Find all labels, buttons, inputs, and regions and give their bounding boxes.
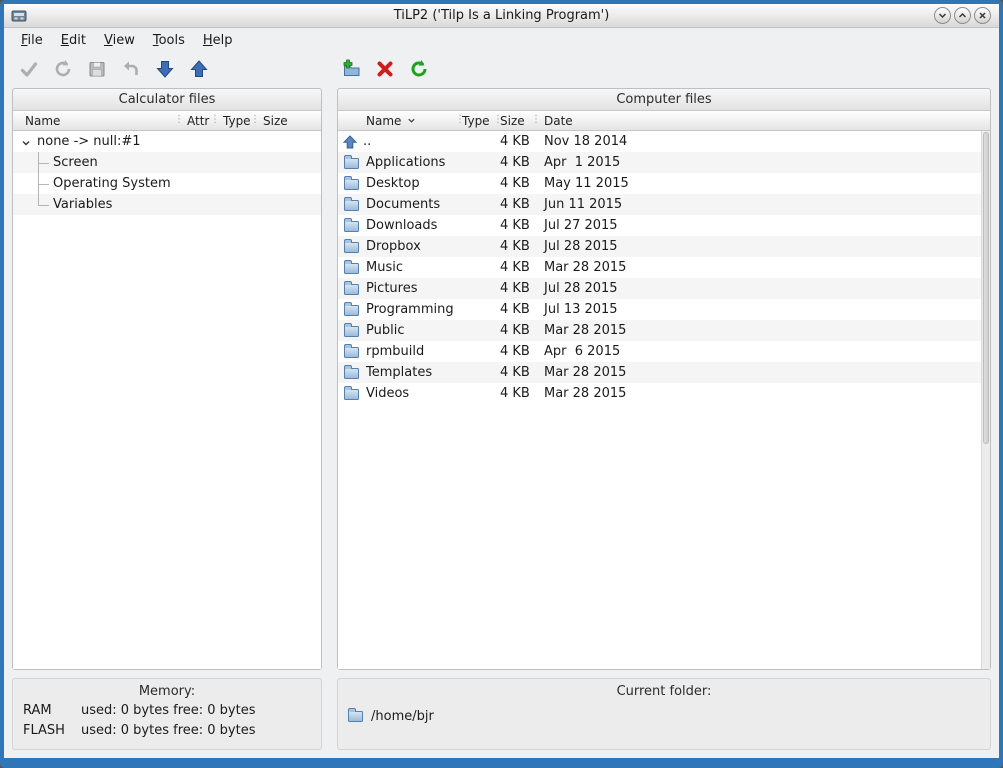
folder-icon	[344, 221, 359, 232]
file-row[interactable]: Documents 4 KB Jun 11 2015	[338, 194, 990, 215]
folder-icon	[344, 305, 359, 316]
minimize-button[interactable]	[934, 7, 951, 24]
menu-tools[interactable]: Tools	[144, 30, 194, 51]
folder-icon	[344, 368, 359, 379]
menu-view[interactable]: View	[95, 30, 144, 51]
save-button[interactable]	[84, 56, 110, 82]
folder-icon	[344, 200, 359, 211]
computer-files-title: Computer files	[338, 89, 990, 111]
tree-item-root[interactable]: none -> null:#1	[13, 131, 321, 152]
tree-item-operating-system[interactable]: Operating System	[13, 173, 321, 194]
file-row[interactable]: Programming 4 KB Jul 13 2015	[338, 299, 990, 320]
calculator-files-title: Calculator files	[13, 89, 321, 111]
column-size[interactable]: Size	[251, 111, 321, 130]
calculator-files-panel: Calculator files Name Attr Type Size non…	[12, 88, 322, 670]
computer-file-list: .. 4 KB Nov 18 2014 Applications 4 KB Ap…	[338, 131, 990, 669]
titlebar[interactable]: TiLP2 ('Tilp Is a Linking Program')	[4, 4, 999, 28]
computer-columns: Name Type Size Date	[338, 111, 990, 131]
memory-panel: Memory: RAM used: 0 bytes free: 0 bytes …	[12, 678, 322, 750]
memory-title: Memory:	[13, 679, 321, 699]
menu-file[interactable]: File	[12, 30, 52, 51]
column-name[interactable]: Name	[13, 111, 175, 130]
file-row[interactable]: Downloads 4 KB Jul 27 2015	[338, 215, 990, 236]
go-up-icon	[342, 134, 358, 150]
file-row[interactable]: Pictures 4 KB Jul 28 2015	[338, 278, 990, 299]
reload-folder-button[interactable]	[406, 56, 432, 82]
maximize-button[interactable]	[954, 7, 971, 24]
flash-row: FLASH used: 0 bytes free: 0 bytes	[13, 719, 321, 739]
current-folder-path: /home/bjr	[371, 709, 434, 724]
menu-edit[interactable]: Edit	[52, 30, 95, 51]
calculator-columns: Name Attr Type Size	[13, 111, 321, 131]
menubar: File Edit View Tools Help	[4, 29, 999, 52]
app-icon	[11, 8, 27, 24]
file-row[interactable]: Desktop 4 KB May 11 2015	[338, 173, 990, 194]
sort-indicator-icon	[407, 116, 416, 125]
delete-button[interactable]	[372, 56, 398, 82]
folder-icon	[348, 711, 363, 722]
window-title: TiLP2 ('Tilp Is a Linking Program')	[4, 8, 999, 23]
file-row[interactable]: rpmbuild 4 KB Apr 6 2015	[338, 341, 990, 362]
folder-icon	[344, 242, 359, 253]
calculator-file-list: none -> null:#1 Screen Operating System …	[13, 131, 321, 669]
new-folder-button[interactable]	[338, 56, 364, 82]
current-folder-panel: Current folder: /home/bjr	[337, 678, 991, 750]
column-name[interactable]: Name	[338, 111, 456, 130]
column-type[interactable]: Type	[211, 111, 251, 130]
app-window: TiLP2 ('Tilp Is a Linking Program')	[4, 4, 999, 758]
computer-files-panel: Computer files Name Type Size Date .. 4 …	[337, 88, 991, 670]
column-attr[interactable]: Attr	[175, 111, 211, 130]
folder-icon	[344, 326, 359, 337]
column-date[interactable]: Date	[532, 111, 990, 130]
scrollbar-thumb[interactable]	[983, 132, 989, 444]
toolbar	[4, 52, 999, 86]
tree-item-screen[interactable]: Screen	[13, 152, 321, 173]
file-row[interactable]: Videos 4 KB Mar 28 2015	[338, 383, 990, 404]
file-row-parent-dir[interactable]: .. 4 KB Nov 18 2014	[338, 131, 990, 152]
window-frame: TiLP2 ('Tilp Is a Linking Program')	[0, 0, 1003, 768]
panel-splitter[interactable]	[322, 88, 337, 670]
refresh-button[interactable]	[50, 56, 76, 82]
folder-icon	[344, 347, 359, 358]
file-row[interactable]: Dropbox 4 KB Jul 28 2015	[338, 236, 990, 257]
tree-item-variables[interactable]: Variables	[13, 194, 321, 215]
folder-icon	[344, 179, 359, 190]
undo-button[interactable]	[118, 56, 144, 82]
upload-arrow-button[interactable]	[186, 56, 212, 82]
close-button[interactable]	[974, 7, 991, 24]
folder-icon	[344, 389, 359, 400]
file-row[interactable]: Public 4 KB Mar 28 2015	[338, 320, 990, 341]
column-size[interactable]: Size	[494, 111, 532, 130]
ok-button[interactable]	[16, 56, 42, 82]
current-folder-row: /home/bjr	[338, 699, 990, 724]
column-type[interactable]: Type	[456, 111, 494, 130]
menu-help[interactable]: Help	[194, 30, 242, 51]
file-row[interactable]: Applications 4 KB Apr 1 2015	[338, 152, 990, 173]
file-row[interactable]: Music 4 KB Mar 28 2015	[338, 257, 990, 278]
vertical-scrollbar[interactable]	[981, 131, 990, 669]
current-folder-title: Current folder:	[338, 679, 990, 699]
file-row[interactable]: Templates 4 KB Mar 28 2015	[338, 362, 990, 383]
folder-icon	[344, 158, 359, 169]
ram-row: RAM used: 0 bytes free: 0 bytes	[13, 699, 321, 719]
expander-icon[interactable]	[21, 138, 31, 148]
folder-icon	[344, 263, 359, 274]
folder-icon	[344, 284, 359, 295]
window-buttons	[934, 7, 991, 24]
download-arrow-button[interactable]	[152, 56, 178, 82]
